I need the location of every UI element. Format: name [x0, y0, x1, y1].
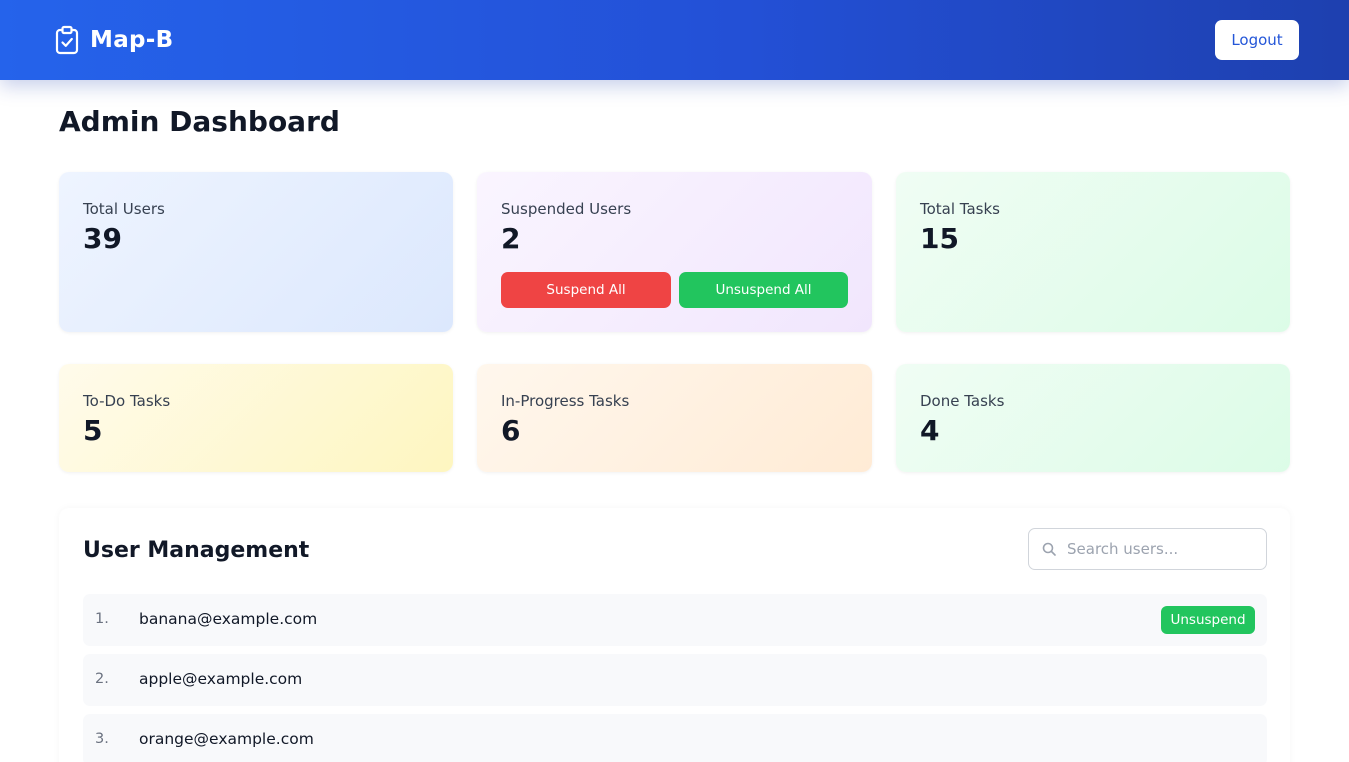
clipboard-check-icon: [55, 25, 79, 55]
user-email: banana@example.com: [139, 610, 318, 628]
done-tasks-card: Done Tasks 4: [896, 364, 1290, 472]
user-email: orange@example.com: [139, 730, 314, 748]
brand[interactable]: Map-B: [55, 25, 173, 55]
user-index: 1.: [95, 611, 109, 627]
suspended-users-label: Suspended Users: [501, 200, 632, 218]
user-index: 2.: [95, 671, 109, 687]
total-tasks-value: 15: [920, 222, 959, 255]
suspend-all-button[interactable]: Suspend All: [501, 272, 671, 308]
total-users-card: Total Users 39: [59, 172, 453, 332]
top-navbar: Map-B Logout: [0, 0, 1349, 80]
user-row: 3. orange@example.com: [83, 714, 1267, 762]
unsuspend-user-button[interactable]: Unsuspend: [1161, 606, 1255, 634]
user-management-panel: User Management 1. banana@example.com Un…: [59, 508, 1290, 762]
suspended-users-value: 2: [501, 222, 521, 255]
user-email: apple@example.com: [139, 670, 303, 688]
search-icon: [1042, 542, 1056, 556]
user-row: 1. banana@example.com Unsuspend: [83, 594, 1267, 646]
user-row: 2. apple@example.com: [83, 654, 1267, 706]
done-tasks-value: 4: [920, 414, 940, 447]
todo-tasks-label: To-Do Tasks: [83, 392, 171, 410]
suspended-users-card: Suspended Users 2 Suspend All Unsuspend …: [477, 172, 872, 332]
search-input[interactable]: [1067, 530, 1262, 568]
total-users-label: Total Users: [83, 200, 165, 218]
inprogress-tasks-label: In-Progress Tasks: [501, 392, 630, 410]
total-tasks-card: Total Tasks 15: [896, 172, 1290, 332]
logout-button[interactable]: Logout: [1215, 20, 1299, 60]
inprogress-tasks-card: In-Progress Tasks 6: [477, 364, 872, 472]
search-box[interactable]: [1028, 528, 1267, 570]
todo-tasks-value: 5: [83, 414, 103, 447]
unsuspend-all-button[interactable]: Unsuspend All: [679, 272, 848, 308]
total-tasks-label: Total Tasks: [920, 200, 1000, 218]
brand-name: Map-B: [90, 27, 174, 53]
page-title: Admin Dashboard: [59, 105, 340, 138]
total-users-value: 39: [83, 222, 122, 255]
todo-tasks-card: To-Do Tasks 5: [59, 364, 453, 472]
user-management-title: User Management: [83, 538, 310, 563]
done-tasks-label: Done Tasks: [920, 392, 1005, 410]
inprogress-tasks-value: 6: [501, 414, 521, 447]
user-index: 3.: [95, 731, 109, 747]
